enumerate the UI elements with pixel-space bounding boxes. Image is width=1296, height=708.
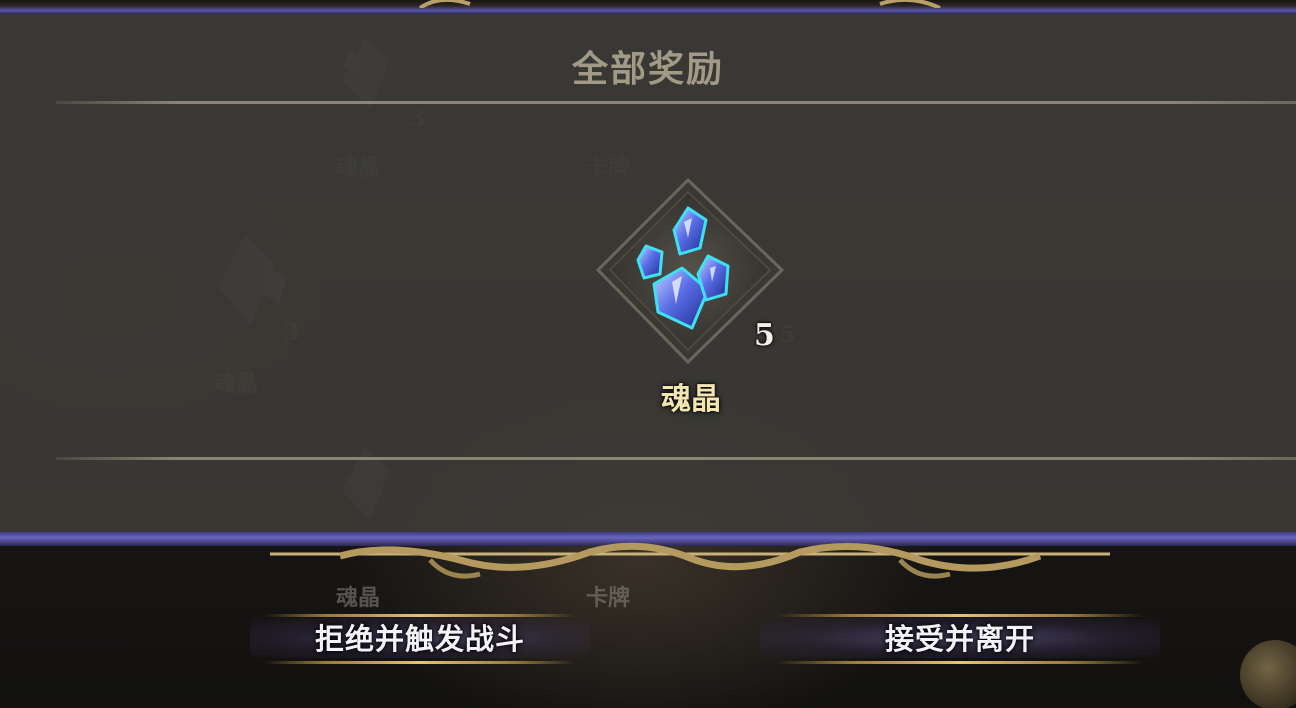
reject-and-fight-button[interactable]: 拒绝并触发战斗 xyxy=(250,596,590,678)
coin-icon xyxy=(1240,640,1296,708)
panel-title: 全部奖励 xyxy=(571,48,724,90)
button-trim xyxy=(263,661,577,664)
reject-button-label: 拒绝并触发战斗 xyxy=(314,622,525,656)
game-screen: 魂晶 卡牌 魂晶 魂晶 卡牌 3 3 5 全部奖励 xyxy=(0,0,1296,708)
accept-button-label: 接受并离开 xyxy=(884,622,1035,656)
top-ornament xyxy=(418,0,941,8)
reward-quantity: 5 xyxy=(754,318,775,353)
divider xyxy=(56,101,1296,104)
divider xyxy=(56,457,1296,460)
lower-ornament xyxy=(270,542,1110,579)
reward-item[interactable]: 5 魂晶 xyxy=(596,178,786,418)
button-trim xyxy=(776,661,1144,664)
reward-name: 魂晶 xyxy=(661,382,721,417)
accept-and-leave-button[interactable]: 接受并离开 xyxy=(760,596,1160,678)
